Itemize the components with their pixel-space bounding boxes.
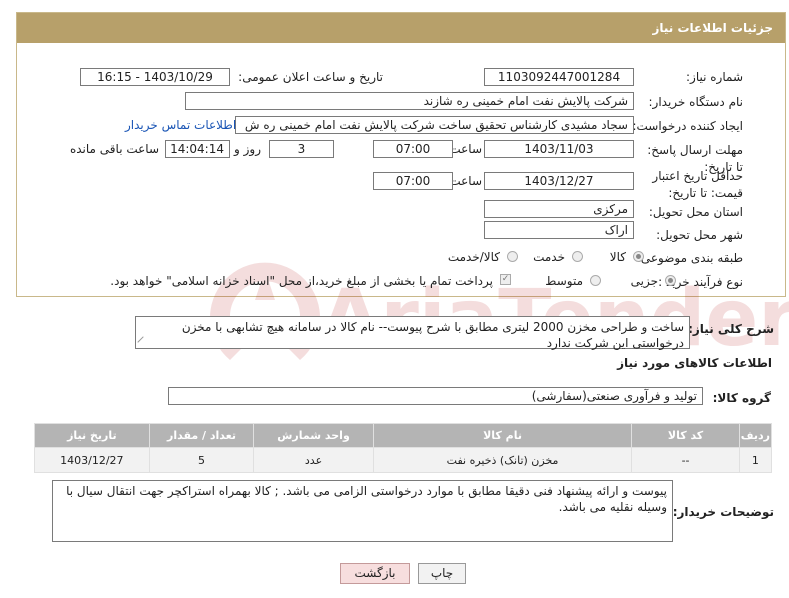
table-row: 1 -- مخزن (تانک) ذخیره نفت عدد 5 1403/12… xyxy=(34,447,773,473)
description-textarea[interactable]: ساخت و طراحی مخزن 2000 لیتری مطابق با شر… xyxy=(135,316,690,350)
validity-date-field: 1403/12/27 xyxy=(484,172,634,190)
description-text: ساخت و طراحی مخزن 2000 لیتری مطابق با شر… xyxy=(181,320,684,350)
contact-buyer-link[interactable]: اطلاعات تماس خریدار xyxy=(125,118,236,132)
col-header-date: تاریخ نیاز xyxy=(34,423,150,448)
goods-table: ردیف کد کالا نام کالا واحد شمارش تعداد /… xyxy=(34,423,773,473)
purchase-partial-label: جزیی xyxy=(630,274,658,288)
day-and-label: روز و xyxy=(234,142,261,156)
table-header-row: ردیف کد کالا نام کالا واحد شمارش تعداد /… xyxy=(34,423,773,448)
province-label: استان محل تحویل: xyxy=(648,205,743,219)
announce-datetime-label: تاریخ و ساعت اعلان عمومی: xyxy=(238,70,383,84)
cell-unit: عدد xyxy=(253,447,374,473)
category-label: طبقه بندی موضوعی: xyxy=(636,251,743,265)
panel-header: جزئیات اطلاعات نیاز xyxy=(17,13,785,43)
reply-time-field: 07:00 xyxy=(373,140,453,158)
city-label: شهر محل تحویل: xyxy=(656,228,743,242)
requester-field: سجاد مشیدی کارشناس تحقیق ساخت شرکت پالای… xyxy=(235,116,634,134)
col-header-qty: تعداد / مقدار xyxy=(148,423,255,448)
purchase-medium-label: متوسط xyxy=(545,274,583,288)
validity-time-field: 07:00 xyxy=(373,172,453,190)
province-field: مرکزی xyxy=(484,200,634,218)
remaining-time-field: 14:04:14 xyxy=(165,140,230,158)
buyer-notes-text: پیوست و ارائه پیشنهاد فنی دقیقا مطابق با… xyxy=(66,484,667,514)
treasury-note: پرداخت تمام یا بخشی از مبلغ خرید،از محل … xyxy=(110,274,493,288)
category-goods-service-radio[interactable] xyxy=(507,251,518,262)
purchase-partial-radio[interactable] xyxy=(665,275,676,286)
need-number-label: شماره نیاز: xyxy=(686,70,743,84)
category-goods-label: کالا xyxy=(609,250,626,264)
goods-group-field: تولید و فرآوری صنعتی(سفارشی) xyxy=(168,387,703,405)
announce-datetime-field: 1403/10/29 - 16:15 xyxy=(80,68,230,86)
back-button[interactable]: بازگشت xyxy=(340,563,410,584)
cell-date: 1403/12/27 xyxy=(34,447,150,473)
resize-grip-icon[interactable] xyxy=(137,336,149,348)
goods-group-label: گروه کالا: xyxy=(712,391,771,405)
category-service-radio[interactable] xyxy=(572,251,583,262)
reply-date-field: 1403/11/03 xyxy=(484,140,634,158)
col-header-code: کد کالا xyxy=(631,423,740,448)
description-label: شرح کلی نیاز: xyxy=(688,322,774,336)
purchase-medium-radio[interactable] xyxy=(590,275,601,286)
cell-row-number: 1 xyxy=(738,447,773,473)
requester-label: ایجاد کننده درخواست: xyxy=(632,119,743,133)
reply-hour-label: ساعت xyxy=(449,142,482,156)
price-validity-label: حداقل تاریخ اعتبار قیمت: تا تاریخ: xyxy=(652,169,743,200)
col-header-name: نام کالا xyxy=(372,423,633,448)
category-goods-service-label: کالا/خدمت xyxy=(447,250,500,264)
cell-name: مخزن (تانک) ذخیره نفت xyxy=(372,447,633,473)
buyer-org-field: شرکت پالایش نفت امام خمینی ره شازند xyxy=(185,92,634,110)
goods-info-title: اطلاعات کالاهای مورد نیاز xyxy=(617,356,772,370)
col-header-row-number: ردیف xyxy=(738,423,773,448)
category-goods-radio[interactable] xyxy=(633,251,644,262)
col-header-unit: واحد شمارش xyxy=(253,423,374,448)
reply-days-field: 3 xyxy=(269,140,334,158)
need-number-field: 1103092447001284 xyxy=(484,68,634,86)
category-service-label: خدمت xyxy=(533,250,565,264)
print-button[interactable]: چاپ xyxy=(418,563,466,584)
treasury-checkbox[interactable]: ✓ xyxy=(500,274,511,285)
remaining-label: ساعت باقی مانده xyxy=(69,142,159,156)
cell-qty: 5 xyxy=(148,447,255,473)
cell-code: -- xyxy=(631,447,740,473)
validity-hour-label: ساعت xyxy=(449,174,482,188)
buyer-notes-label: توضیحات خریدار: xyxy=(672,505,774,519)
buyer-org-label: نام دستگاه خریدار: xyxy=(648,95,744,109)
buyer-notes-textarea[interactable]: پیوست و ارائه پیشنهاد فنی دقیقا مطابق با… xyxy=(52,480,673,542)
city-field: اراک xyxy=(484,221,634,239)
